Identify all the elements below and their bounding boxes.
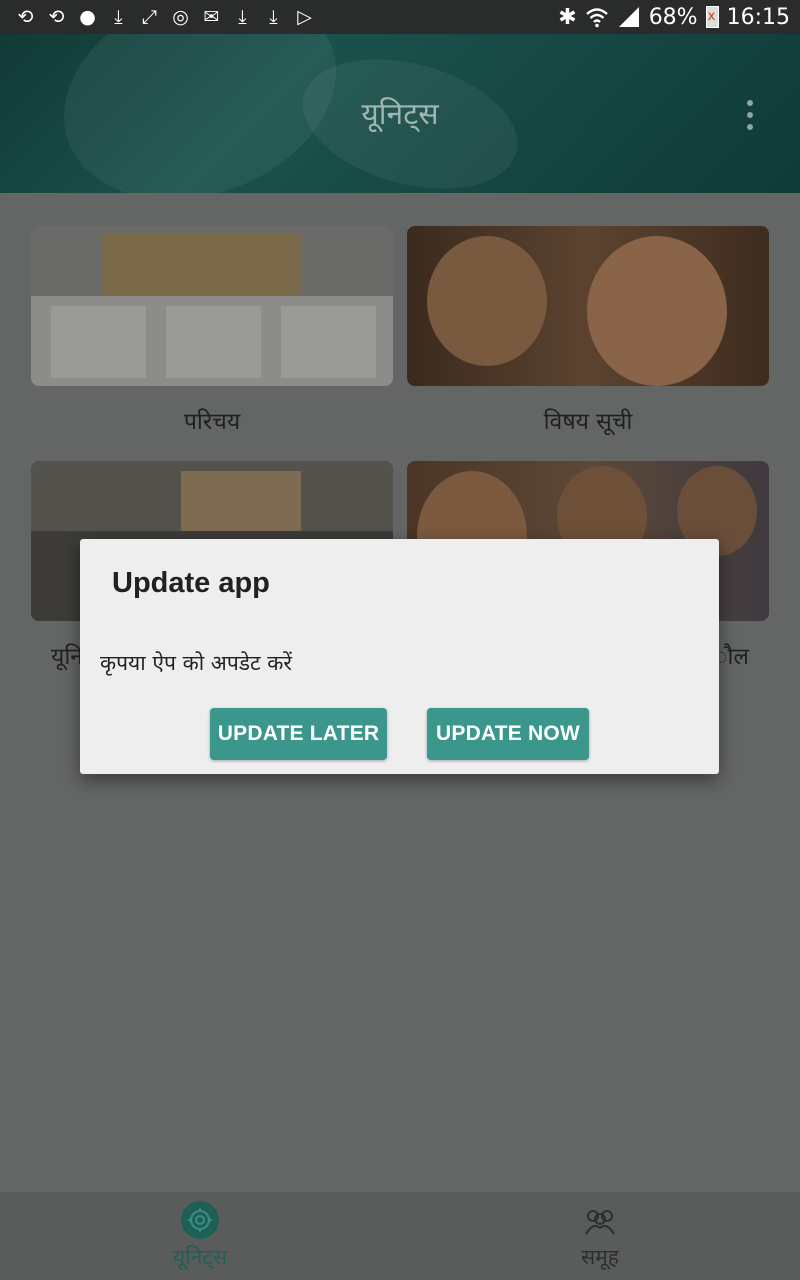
location-icon: ◎: [172, 6, 189, 28]
page-title: यूनिट्स: [361, 97, 439, 132]
download-icon: ⤓: [238, 6, 247, 28]
dialog-message: कृपया ऐप को अपडेट करें: [100, 651, 292, 675]
nav-item-groups[interactable]: समूह: [400, 1192, 800, 1280]
app-bar: यूनिट्स: [0, 34, 800, 193]
shuffle-icon: ⤢: [141, 6, 158, 28]
units-icon: [181, 1201, 219, 1239]
bluetooth-icon: ✱: [558, 4, 577, 30]
download-icon: ⤓: [114, 6, 123, 28]
clock: 16:15: [726, 4, 790, 30]
sync-icon: ⟲: [17, 6, 34, 28]
system-status: ✱ 68% x 16:15: [558, 0, 790, 34]
dialog-title: Update app: [112, 567, 270, 599]
update-later-button[interactable]: UPDATE LATER: [210, 708, 387, 760]
battery-icon: x: [705, 6, 719, 28]
nav-label: यूनिट्स: [172, 1245, 228, 1269]
status-bar: ⟲ ⟲ ● ⤓ ⤢ ◎ ✉ ⤓ ⤓ ▷ ✱ 68% x 16:15: [0, 0, 800, 34]
group-icon: [581, 1203, 619, 1239]
download-icon: ⤓: [269, 6, 278, 28]
nav-label: समूह: [581, 1245, 619, 1269]
update-dialog: Update app कृपया ऐप को अपडेट करें UPDATE…: [80, 539, 719, 774]
more-options-icon[interactable]: [740, 100, 760, 130]
chat-icon: ●: [79, 6, 96, 28]
notification-icons: ⟲ ⟲ ● ⤓ ⤢ ◎ ✉ ⤓ ⤓ ▷: [0, 5, 320, 29]
mail-icon: ✉: [203, 6, 220, 28]
bottom-navigation: यूनिट्स समूह: [0, 1192, 800, 1280]
update-now-button[interactable]: UPDATE NOW: [427, 708, 589, 760]
play-store-icon: ▷: [297, 6, 312, 28]
nav-item-units[interactable]: यूनिट्स: [0, 1192, 400, 1280]
signal-icon: [618, 7, 639, 27]
battery-percent: 68%: [648, 4, 698, 30]
wifi-icon: [585, 8, 608, 28]
sync-icon: ⟲: [48, 6, 65, 28]
